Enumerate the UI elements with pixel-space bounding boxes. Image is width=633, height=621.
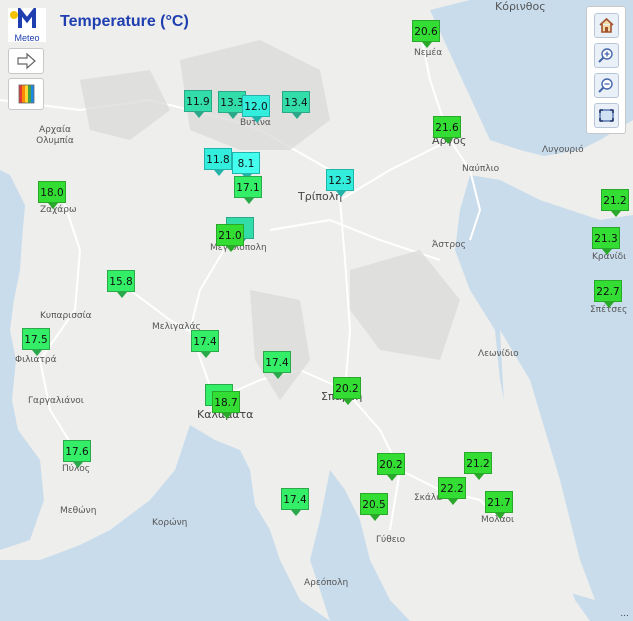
page-title: Temperature (°C) bbox=[60, 13, 189, 30]
meteo-logo: Meteo bbox=[8, 5, 46, 43]
place-label: Νεμέα bbox=[414, 48, 443, 58]
station-marker[interactable]: 17.4 bbox=[281, 488, 309, 516]
terrain-patch bbox=[80, 70, 170, 140]
logo-mark-icon bbox=[10, 5, 36, 28]
place-label: Φιλιατρά bbox=[15, 355, 57, 365]
station-marker[interactable]: 13.4 bbox=[282, 91, 310, 119]
station-marker[interactable]: 22.2 bbox=[438, 477, 466, 505]
zoom-extent-button[interactable] bbox=[594, 103, 619, 128]
station-marker[interactable]: 11.9 bbox=[184, 90, 212, 118]
station-marker[interactable]: 18.7 bbox=[212, 391, 240, 419]
zoom-in-icon bbox=[598, 48, 613, 63]
place-label: Αρχαία Ολυμπία bbox=[36, 125, 74, 146]
map-controls bbox=[586, 6, 626, 134]
road bbox=[188, 239, 231, 401]
place-label: Κόρινθος bbox=[495, 0, 546, 13]
place-label: Κυπαρισσία bbox=[40, 311, 92, 321]
station-marker[interactable]: 21.2 bbox=[464, 452, 492, 480]
map[interactable]: Κόρινθος Νεμέα Αρχαία Ολυμπία Βυτίνα Άργ… bbox=[0, 0, 633, 621]
color-scale-button[interactable] bbox=[8, 78, 44, 110]
arrow-right-icon bbox=[17, 52, 36, 70]
road bbox=[339, 139, 451, 201]
home-icon bbox=[599, 17, 614, 33]
station-marker[interactable]: 21.6 bbox=[433, 116, 461, 144]
station-marker[interactable]: 17.1 bbox=[234, 176, 262, 204]
place-label: Ναύπλιο bbox=[462, 164, 500, 174]
color-scale-icon bbox=[18, 84, 35, 104]
station-marker[interactable]: 20.6 bbox=[412, 20, 440, 48]
basemap bbox=[0, 0, 633, 621]
map-credit: ... bbox=[620, 609, 629, 619]
place-label: Άστρος bbox=[432, 240, 466, 250]
place-label: Γαργαλιάνοι bbox=[28, 396, 84, 406]
station-marker[interactable]: 21.2 bbox=[601, 189, 629, 217]
station-marker[interactable]: 20.2 bbox=[377, 453, 405, 481]
place-label: Λεωνίδιο bbox=[478, 349, 519, 359]
home-button[interactable] bbox=[594, 13, 619, 38]
station-marker[interactable]: 21.7 bbox=[485, 491, 513, 519]
zoom-out-icon bbox=[598, 78, 613, 93]
station-marker[interactable]: 20.2 bbox=[333, 377, 361, 405]
place-label: Γύθειο bbox=[376, 535, 406, 545]
terrain-patch bbox=[350, 250, 460, 360]
station-marker[interactable]: 12.0 bbox=[242, 95, 270, 123]
place-label: Μεθώνη bbox=[60, 506, 97, 516]
logo-text: Meteo bbox=[14, 33, 40, 43]
station-marker[interactable]: 17.4 bbox=[263, 351, 291, 379]
terrain-patch bbox=[250, 290, 310, 400]
next-button[interactable] bbox=[8, 48, 44, 74]
place-label: Ζαχάρω bbox=[40, 205, 77, 215]
zoom-out-button[interactable] bbox=[594, 73, 619, 98]
station-marker[interactable]: 11.8 bbox=[204, 148, 232, 176]
station-marker[interactable]: 17.6 bbox=[63, 440, 91, 468]
station-marker[interactable]: 18.0 bbox=[38, 181, 66, 209]
station-marker[interactable]: 17.5 bbox=[22, 328, 50, 356]
station-marker[interactable]: 21.0 bbox=[216, 224, 244, 252]
place-label: Αρεόπολη bbox=[304, 578, 349, 588]
zoom-in-button[interactable] bbox=[594, 43, 619, 68]
place-label: Λυγουριό bbox=[542, 145, 584, 155]
station-marker[interactable]: 21.3 bbox=[592, 227, 620, 255]
place-label: Κορώνη bbox=[152, 518, 188, 528]
station-marker[interactable]: 12.3 bbox=[326, 169, 354, 197]
station-marker[interactable]: 17.4 bbox=[191, 330, 219, 358]
zoom-extent-icon bbox=[599, 109, 614, 122]
station-marker[interactable]: 22.7 bbox=[594, 280, 622, 308]
station-marker[interactable]: 20.5 bbox=[360, 493, 388, 521]
station-marker[interactable]: 8.1 bbox=[232, 152, 260, 180]
station-marker[interactable]: 15.8 bbox=[107, 270, 135, 298]
